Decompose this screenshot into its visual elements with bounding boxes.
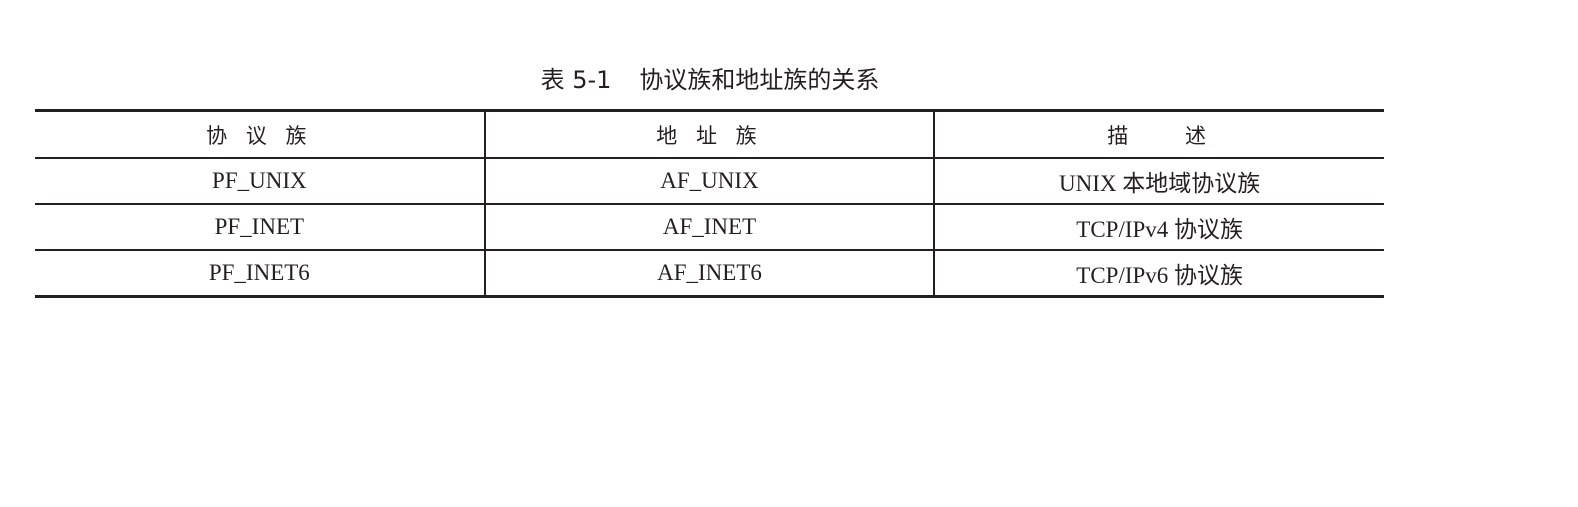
cell-address-family: AF_INET6	[483, 249, 935, 297]
header-address-family: 地 址 族	[483, 110, 935, 158]
table-caption: 表 5-1 协议族和地址族的关系	[0, 60, 1420, 95]
cell-protocol-family: PF_UNIX	[35, 157, 485, 204]
table-row: PF_UNIX AF_UNIX UNIX 本地域协议族	[35, 157, 1384, 204]
table-row: PF_INET AF_INET TCP/IPv4 协议族	[35, 203, 1384, 250]
cell-description: UNIX 本地域协议族	[933, 157, 1384, 204]
cell-protocol-family: PF_INET	[35, 203, 485, 250]
header-protocol-family: 协 议 族	[206, 123, 313, 148]
header-description: 描 述	[933, 110, 1384, 158]
cell-address-family: AF_INET	[483, 203, 935, 250]
table-row: PF_INET6 AF_INET6 TCP/IPv6 协议族	[35, 249, 1384, 297]
protocol-address-family-table: 协 议 族 地 址 族 描 述 PF_UNIX AF_UNIX UNIX 本地域…	[35, 109, 1384, 298]
cell-protocol-family: PF_INET6	[35, 249, 485, 297]
table-number: 表 5-1	[540, 66, 612, 94]
cell-address-family: AF_UNIX	[483, 157, 935, 204]
cell-description: TCP/IPv4 协议族	[933, 203, 1384, 250]
header-row: 协 议 族 地 址 族 描 述	[35, 110, 1384, 158]
table-title: 协议族和地址族的关系	[639, 66, 880, 94]
cell-description: TCP/IPv6 协议族	[933, 249, 1384, 297]
